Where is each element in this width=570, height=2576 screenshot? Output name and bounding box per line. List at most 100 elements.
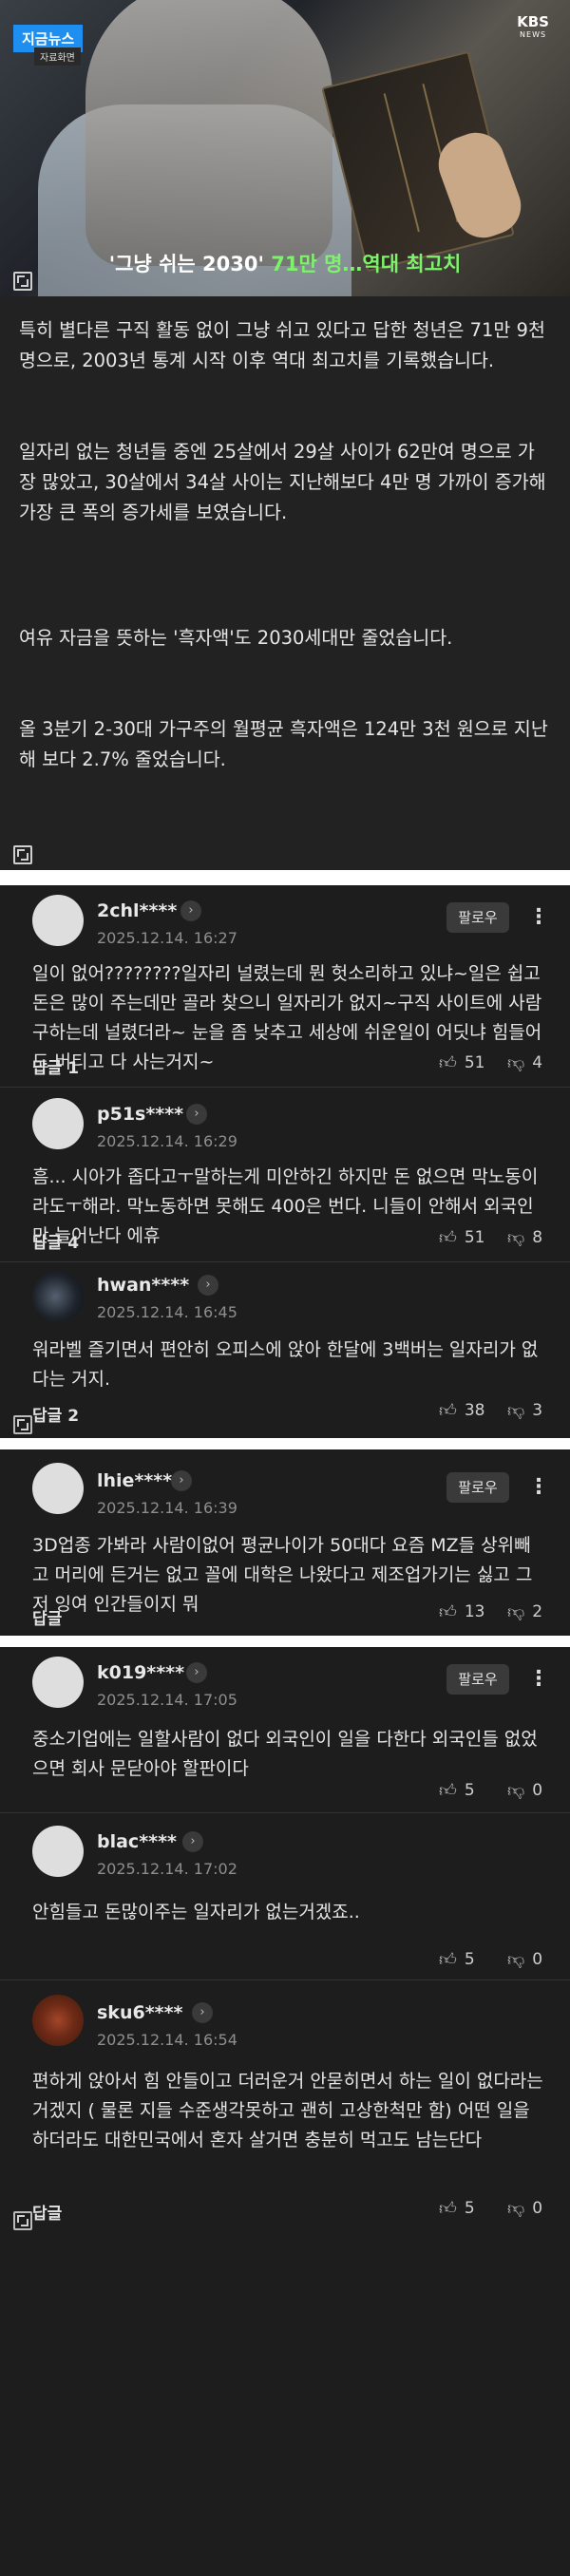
comment-date: 2025.12.14. 16:45 [97, 1303, 238, 1321]
like-button[interactable]: 👍︎ 5 [439, 1949, 475, 1970]
article-paragraph: 올 3분기 2-30대 가구주의 월평균 흑자액은 124만 3천 원으로 지난… [19, 718, 548, 770]
article-paragraph: 여유 자금을 뜻하는 '흑자액'도 2030세대만 줄었습니다. [19, 627, 453, 649]
expand-icon[interactable] [13, 1415, 32, 1434]
comment-item: sku6**** › 2025.12.14. 16:54 편하게 앉아서 힘 안… [0, 1979, 570, 2576]
comment-username[interactable]: lhie**** [97, 1470, 172, 1491]
dislike-button[interactable]: 👎︎ 0 [507, 2198, 542, 2219]
like-button[interactable]: 👍︎ 13 [439, 1601, 484, 1622]
avatar[interactable] [32, 1657, 84, 1708]
broadcaster-logo: KBS NEWS [517, 13, 549, 40]
thumbs-down-icon: 👎︎ [507, 1053, 525, 1073]
like-button[interactable]: 👍︎ 38 [439, 1400, 484, 1421]
comment-item: hwan**** › 2025.12.14. 16:45 워라벨 즐기면서 편안… [0, 1261, 570, 1438]
avatar[interactable] [32, 1271, 84, 1322]
thumbs-up-icon: 👍︎ [439, 1602, 457, 1622]
comment-item: p51s**** › 2025.12.14. 16:29 흠... 시아가 좁다… [0, 1087, 570, 1261]
thumbs-down-icon: 👎︎ [507, 2199, 525, 2219]
dislike-count: 0 [532, 2199, 543, 2218]
caption-quote: '그냥 쉬는 2030' [108, 253, 264, 275]
dislike-button[interactable]: 👎︎ 3 [507, 1400, 542, 1421]
comment-text: 중소기업에는 일할사람이 없다 외국인이 일을 다한다 외국인들 없었으면 회사… [32, 1729, 538, 1779]
file-footage-badge: 자료화면 [34, 47, 81, 66]
chevron-right-icon[interactable]: › [192, 2002, 213, 2023]
chevron-right-icon[interactable]: › [180, 900, 201, 921]
like-count: 5 [464, 1950, 475, 1969]
thumbs-up-icon: 👍︎ [439, 2199, 457, 2219]
comment-username[interactable]: hwan**** [97, 1275, 189, 1296]
thumbs-down-icon: 👎︎ [507, 1228, 525, 1248]
dislike-count: 4 [532, 1053, 543, 1072]
news-video-thumbnail[interactable]: 지금뉴스 자료화면 KBS NEWS '그냥 쉬는 2030' 71만 명…역대 … [0, 0, 570, 296]
chevron-right-icon[interactable]: › [182, 1831, 203, 1852]
thumbs-down-icon: 👎︎ [507, 1781, 525, 1801]
expand-icon[interactable] [13, 272, 32, 291]
more-options-icon[interactable]: ⋮ [528, 1472, 549, 1503]
follow-button[interactable]: 팔로우 [446, 1472, 509, 1503]
like-count: 51 [464, 1053, 485, 1072]
comment-username[interactable]: blac**** [97, 1831, 177, 1852]
comment-date: 2025.12.14. 17:02 [97, 1860, 238, 1878]
reply-button[interactable]: 답글 [32, 1605, 62, 1629]
dislike-count: 0 [532, 1950, 543, 1969]
comment-date: 2025.12.14. 16:54 [97, 2031, 238, 2049]
reply-button[interactable]: 답글 1 [32, 1054, 79, 1078]
thumbs-up-icon: 👍︎ [439, 1401, 457, 1421]
comment-item: 2chl**** › 2025.12.14. 16:27 팔로우 ⋮ 일이 없어… [0, 885, 570, 1087]
caption-highlight: 71만 명…역대 최고치 [271, 253, 462, 275]
dislike-button[interactable]: 👎︎ 2 [507, 1601, 542, 1622]
dislike-button[interactable]: 👎︎ 0 [507, 1949, 542, 1970]
comment-username[interactable]: sku6**** [97, 2002, 182, 2023]
dislike-count: 2 [532, 1602, 543, 1621]
like-button[interactable]: 👍︎ 51 [439, 1227, 484, 1248]
chevron-right-icon[interactable]: › [171, 1470, 192, 1491]
person-illustration [86, 0, 332, 266]
thumbs-up-icon: 👍︎ [439, 1950, 457, 1970]
comment-username[interactable]: k019**** [97, 1662, 184, 1683]
thumbs-down-icon: 👎︎ [507, 1950, 525, 1970]
comment-list: 2chl**** › 2025.12.14. 16:27 팔로우 ⋮ 일이 없어… [0, 885, 570, 1438]
avatar[interactable] [32, 895, 84, 946]
comment-date: 2025.12.14. 16:27 [97, 929, 238, 947]
more-options-icon[interactable]: ⋮ [528, 1664, 549, 1695]
dislike-button[interactable]: 👎︎ 0 [507, 1780, 542, 1801]
reply-button[interactable]: 답글 2 [32, 1402, 79, 1426]
comment-item: k019**** › 2025.12.14. 17:05 팔로우 ⋮ 중소기업에… [0, 1647, 570, 1812]
thumbs-up-icon: 👍︎ [439, 1781, 457, 1801]
reply-button[interactable]: 답글 4 [32, 1229, 79, 1253]
comment-list: k019**** › 2025.12.14. 17:05 팔로우 ⋮ 중소기업에… [0, 1647, 570, 2576]
like-count: 5 [464, 1781, 475, 1800]
comment-text: 편하게 앉아서 힘 안들이고 더러운거 안묻히면서 하는 일이 없다라는 거겠지… [32, 2071, 543, 2150]
thumbs-up-icon: 👍︎ [439, 1228, 457, 1248]
dislike-count: 8 [532, 1228, 543, 1247]
comment-date: 2025.12.14. 16:29 [97, 1132, 238, 1150]
dislike-button[interactable]: 👎︎ 8 [507, 1227, 542, 1248]
avatar[interactable] [32, 1995, 84, 2046]
comment-username[interactable]: p51s**** [97, 1104, 183, 1125]
thumbs-down-icon: 👎︎ [507, 1602, 525, 1622]
reply-button[interactable]: 답글 [32, 2200, 62, 2224]
more-options-icon[interactable]: ⋮ [528, 902, 549, 933]
dislike-button[interactable]: 👎︎ 4 [507, 1052, 542, 1073]
follow-button[interactable]: 팔로우 [446, 1664, 509, 1695]
avatar[interactable] [32, 1826, 84, 1877]
like-count: 5 [464, 2199, 475, 2218]
like-button[interactable]: 👍︎ 51 [439, 1052, 484, 1073]
expand-icon[interactable] [13, 845, 32, 864]
chevron-right-icon[interactable]: › [198, 1275, 218, 1296]
expand-icon[interactable] [13, 2211, 32, 2230]
follow-button[interactable]: 팔로우 [446, 902, 509, 933]
like-count: 13 [464, 1602, 485, 1621]
like-count: 38 [464, 1401, 485, 1420]
avatar[interactable] [32, 1098, 84, 1149]
comment-text: 워라벨 즐기면서 편안히 오피스에 앉아 한달에 3백버는 일자리가 없다는 거… [32, 1339, 539, 1390]
comment-date: 2025.12.14. 16:39 [97, 1499, 238, 1517]
like-button[interactable]: 👍︎ 5 [439, 1780, 475, 1801]
avatar[interactable] [32, 1463, 84, 1514]
comment-text: 안힘들고 돈많이주는 일자리가 없는거겠죠.. [32, 1902, 360, 1923]
chevron-right-icon[interactable]: › [186, 1104, 207, 1125]
news-caption: '그냥 쉬는 2030' 71만 명…역대 최고치 [0, 249, 570, 277]
chevron-right-icon[interactable]: › [186, 1662, 207, 1683]
comment-username[interactable]: 2chl**** [97, 900, 177, 921]
like-button[interactable]: 👍︎ 5 [439, 2198, 475, 2219]
like-count: 51 [464, 1228, 485, 1247]
